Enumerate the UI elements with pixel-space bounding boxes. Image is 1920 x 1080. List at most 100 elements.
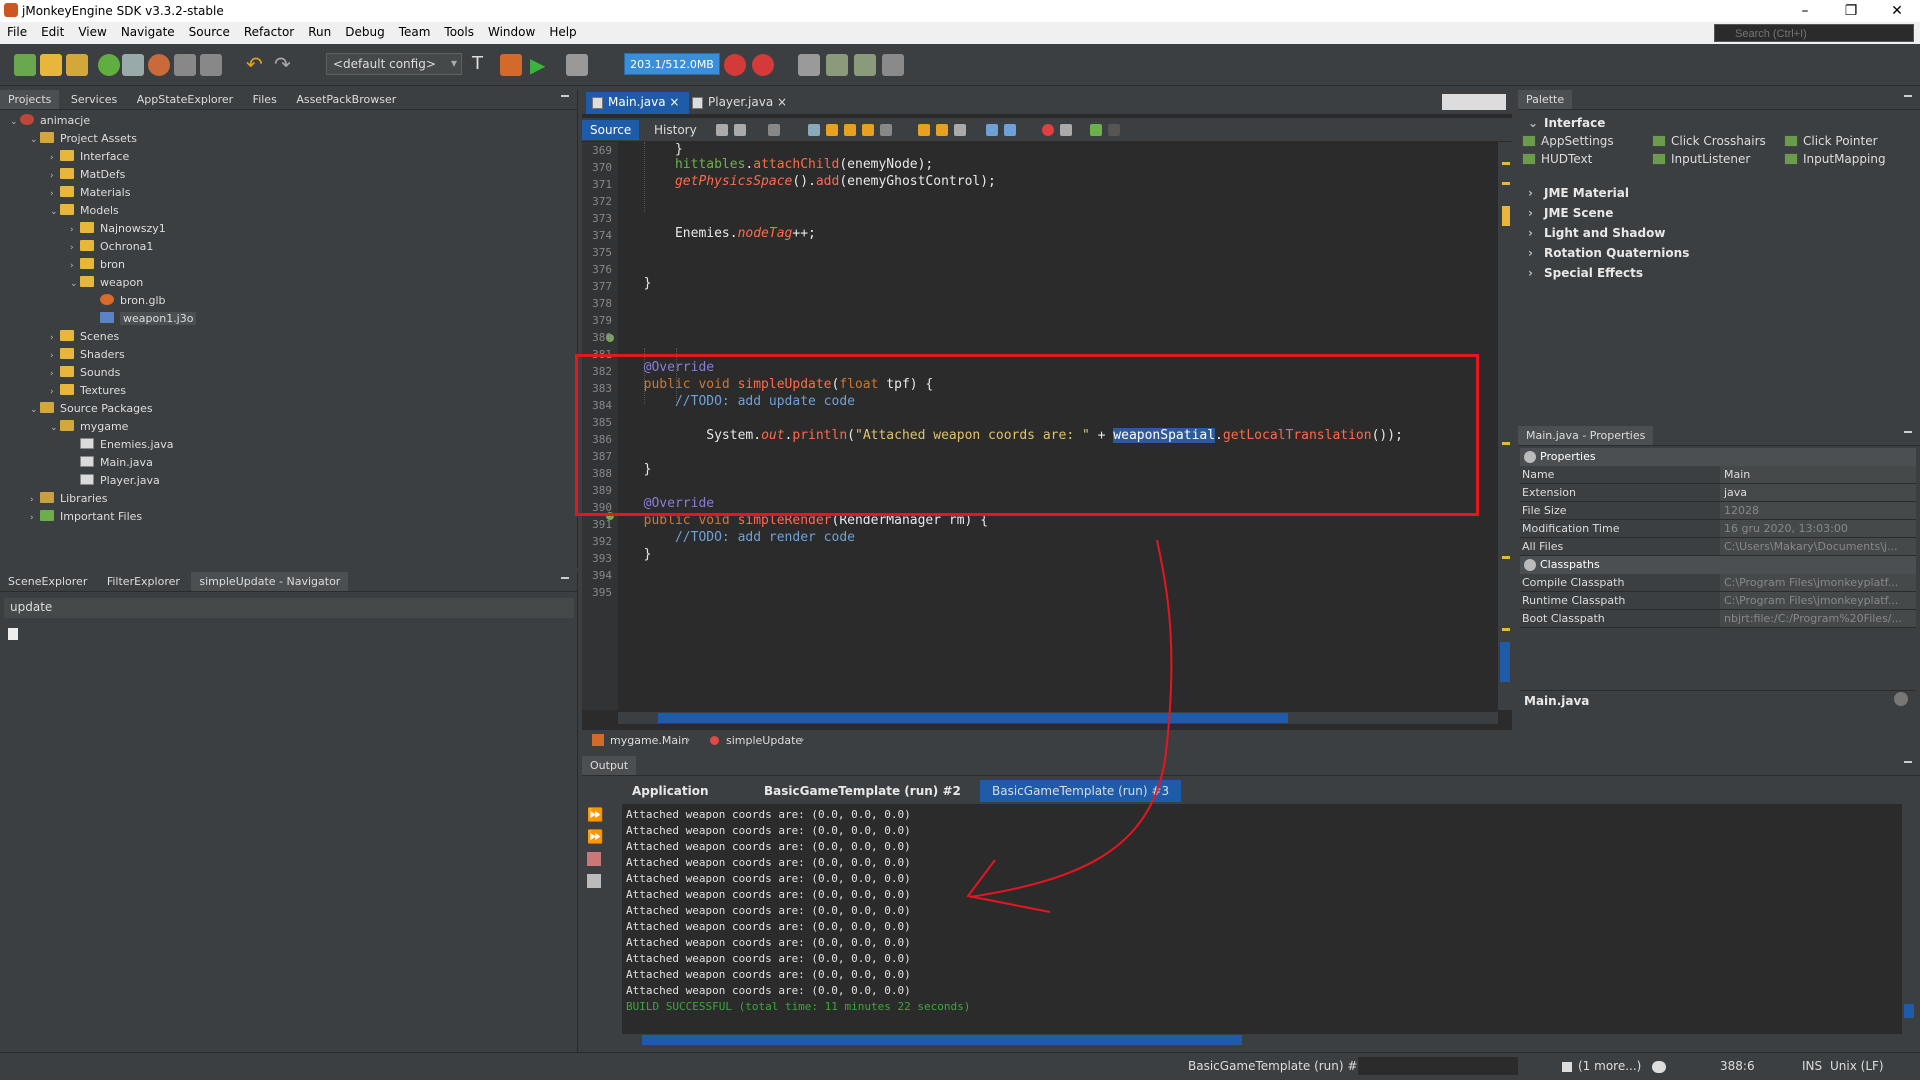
shift-right-icon[interactable] [1004, 124, 1016, 136]
breadcrumb-method[interactable]: simpleUpdate [726, 734, 802, 747]
new-project-icon[interactable] [14, 54, 36, 76]
property-row[interactable]: Modification Time 16 gru 2020, 13:03:00 [1520, 520, 1916, 538]
chevron-down-icon[interactable]: ⌄ [30, 131, 40, 149]
progress-bar[interactable]: running... [1358, 1057, 1518, 1075]
profile-icon[interactable] [724, 54, 746, 76]
navigator-filter-field[interactable]: update [4, 598, 574, 618]
chevron-down-icon[interactable]: ⌄ [50, 203, 60, 221]
help-icon[interactable] [1894, 692, 1908, 706]
more-tasks-link[interactable]: (1 more...) [1578, 1059, 1641, 1073]
chart-icon[interactable] [826, 54, 848, 76]
error-stripe-mark[interactable] [1502, 628, 1510, 631]
history-view-button[interactable]: History [646, 120, 705, 140]
chevron-down-icon[interactable]: ⌄ [70, 275, 80, 293]
menu-tools[interactable]: Tools [437, 22, 481, 42]
properties-group[interactable]: Properties [1520, 448, 1916, 466]
property-value[interactable]: 12028 [1720, 502, 1916, 519]
chevron-right-icon[interactable]: › [70, 257, 80, 275]
property-value[interactable]: Main [1720, 466, 1916, 483]
minimize-panel-icon[interactable] [1904, 431, 1912, 437]
output-console[interactable]: Attached weapon coords are: (0.0, 0.0, 0… [622, 804, 1902, 1034]
error-stripe-mark[interactable] [1502, 182, 1510, 185]
build-hammer-icon[interactable]: T [472, 54, 494, 76]
new-file-icon[interactable] [40, 54, 62, 76]
close-button[interactable]: ✕ [1874, 0, 1920, 22]
property-value[interactable]: C:\Users\Makary\Documents\j... [1720, 538, 1916, 555]
output-tab-application[interactable]: Application [620, 780, 721, 802]
menu-window[interactable]: Window [481, 22, 542, 42]
tab-navigator[interactable]: simpleUpdate - Navigator [191, 572, 349, 591]
terrain-icon[interactable] [798, 54, 820, 76]
find-prev-icon[interactable] [826, 124, 838, 136]
forward-icon[interactable] [768, 124, 780, 136]
tree-node[interactable]: › Interface [50, 148, 129, 166]
save-all-icon[interactable] [200, 54, 222, 76]
tab-services[interactable]: Services [63, 90, 125, 109]
tool-icon[interactable] [122, 54, 144, 76]
tree-node[interactable]: Player.java [70, 472, 160, 490]
deploy-icon[interactable] [882, 54, 904, 76]
property-row[interactable]: Runtime Classpath C:\Program Files\jmonke… [1520, 592, 1916, 610]
tree-node[interactable]: › Textures [50, 382, 126, 400]
uncomment-icon[interactable] [1108, 124, 1120, 136]
property-value[interactable]: C:\Program Files\jmonkeyplatf... [1720, 574, 1916, 591]
output-horizontal-scrollbar[interactable] [622, 1034, 1902, 1046]
chevron-down-icon[interactable]: ⌄ [30, 401, 40, 419]
tab-main-java[interactable]: Main.java × [586, 92, 690, 114]
status-task[interactable]: BasicGameTemplate (run) #2 [1188, 1059, 1365, 1073]
property-value[interactable]: nbjrt:file:/C:/Program%20Files/... [1720, 610, 1916, 627]
menu-edit[interactable]: Edit [34, 22, 71, 42]
palette-item[interactable]: HUDText [1522, 152, 1592, 166]
tree-node[interactable]: ⌄ Models [50, 202, 119, 220]
rerun-with-params-icon[interactable]: ⏩ [587, 830, 603, 845]
classpaths-group[interactable]: Classpaths [1520, 556, 1916, 574]
redo-icon[interactable]: ↷ [274, 54, 296, 76]
scroll-thumb[interactable] [1904, 1004, 1914, 1018]
tree-node[interactable]: › Materials [50, 184, 130, 202]
toggle-highlight-icon[interactable] [862, 124, 874, 136]
chevron-right-icon[interactable]: › [50, 149, 60, 167]
last-edit-icon[interactable] [716, 124, 728, 136]
find-next-icon[interactable] [844, 124, 856, 136]
rerun-icon[interactable]: ⏩ [587, 808, 603, 823]
chevron-right-icon[interactable]: › [50, 383, 60, 401]
run-icon[interactable]: ▶ [530, 54, 552, 76]
menu-run[interactable]: Run [301, 22, 338, 42]
palette-category[interactable]: › Rotation Quaternions [1528, 246, 1689, 260]
find-icon[interactable] [808, 124, 820, 136]
tree-node[interactable]: › Libraries [30, 490, 108, 508]
minimize-panel-icon[interactable] [1904, 95, 1912, 101]
tree-node[interactable]: › Ochrona1 [70, 238, 153, 256]
output-tab-run-2[interactable]: BasicGameTemplate (run) #2 [752, 780, 973, 802]
property-row[interactable]: Name Main [1520, 466, 1916, 484]
scroll-thumb[interactable] [642, 1035, 1242, 1045]
tree-node[interactable]: ⌄ Source Packages [30, 400, 153, 418]
cancel-task-icon[interactable] [1562, 1062, 1572, 1072]
tab-palette[interactable]: Palette [1518, 90, 1573, 109]
tree-node[interactable]: bron.glb [90, 292, 165, 310]
tree-node[interactable]: › Shaders [50, 346, 125, 364]
start-macro-icon[interactable] [1042, 124, 1054, 136]
tab-output[interactable]: Output [582, 756, 637, 775]
palette-item[interactable]: AppSettings [1522, 134, 1614, 148]
tab-navigation-icon[interactable] [1442, 94, 1506, 110]
menu-team[interactable]: Team [392, 22, 438, 42]
tab-filterexplorer[interactable]: FilterExplorer [99, 572, 188, 591]
chevron-right-icon[interactable]: › [70, 239, 80, 257]
tab-sceneexplorer[interactable]: SceneExplorer [0, 572, 95, 591]
chevron-down-icon[interactable]: ⌄ [50, 419, 60, 437]
minimize-panel-icon[interactable] [561, 95, 569, 101]
property-value[interactable]: 16 gru 2020, 13:03:00 [1720, 520, 1916, 537]
editor-horizontal-scrollbar[interactable] [618, 712, 1498, 724]
menu-source[interactable]: Source [182, 22, 237, 42]
palette-item[interactable]: Click Pointer [1784, 134, 1878, 148]
menu-view[interactable]: View [71, 22, 113, 42]
chevron-right-icon[interactable]: › [50, 329, 60, 347]
undo-icon[interactable]: ↶ [246, 54, 268, 76]
clean-build-icon[interactable] [500, 54, 522, 76]
tree-node[interactable]: Enemies.java [70, 436, 174, 454]
config-select[interactable]: <default config> ▾ [326, 53, 462, 75]
error-stripe-mark[interactable] [1502, 162, 1510, 165]
chevron-down-icon[interactable]: ⌄ [10, 113, 20, 131]
breadcrumb-class[interactable]: mygame.Main [610, 734, 688, 747]
